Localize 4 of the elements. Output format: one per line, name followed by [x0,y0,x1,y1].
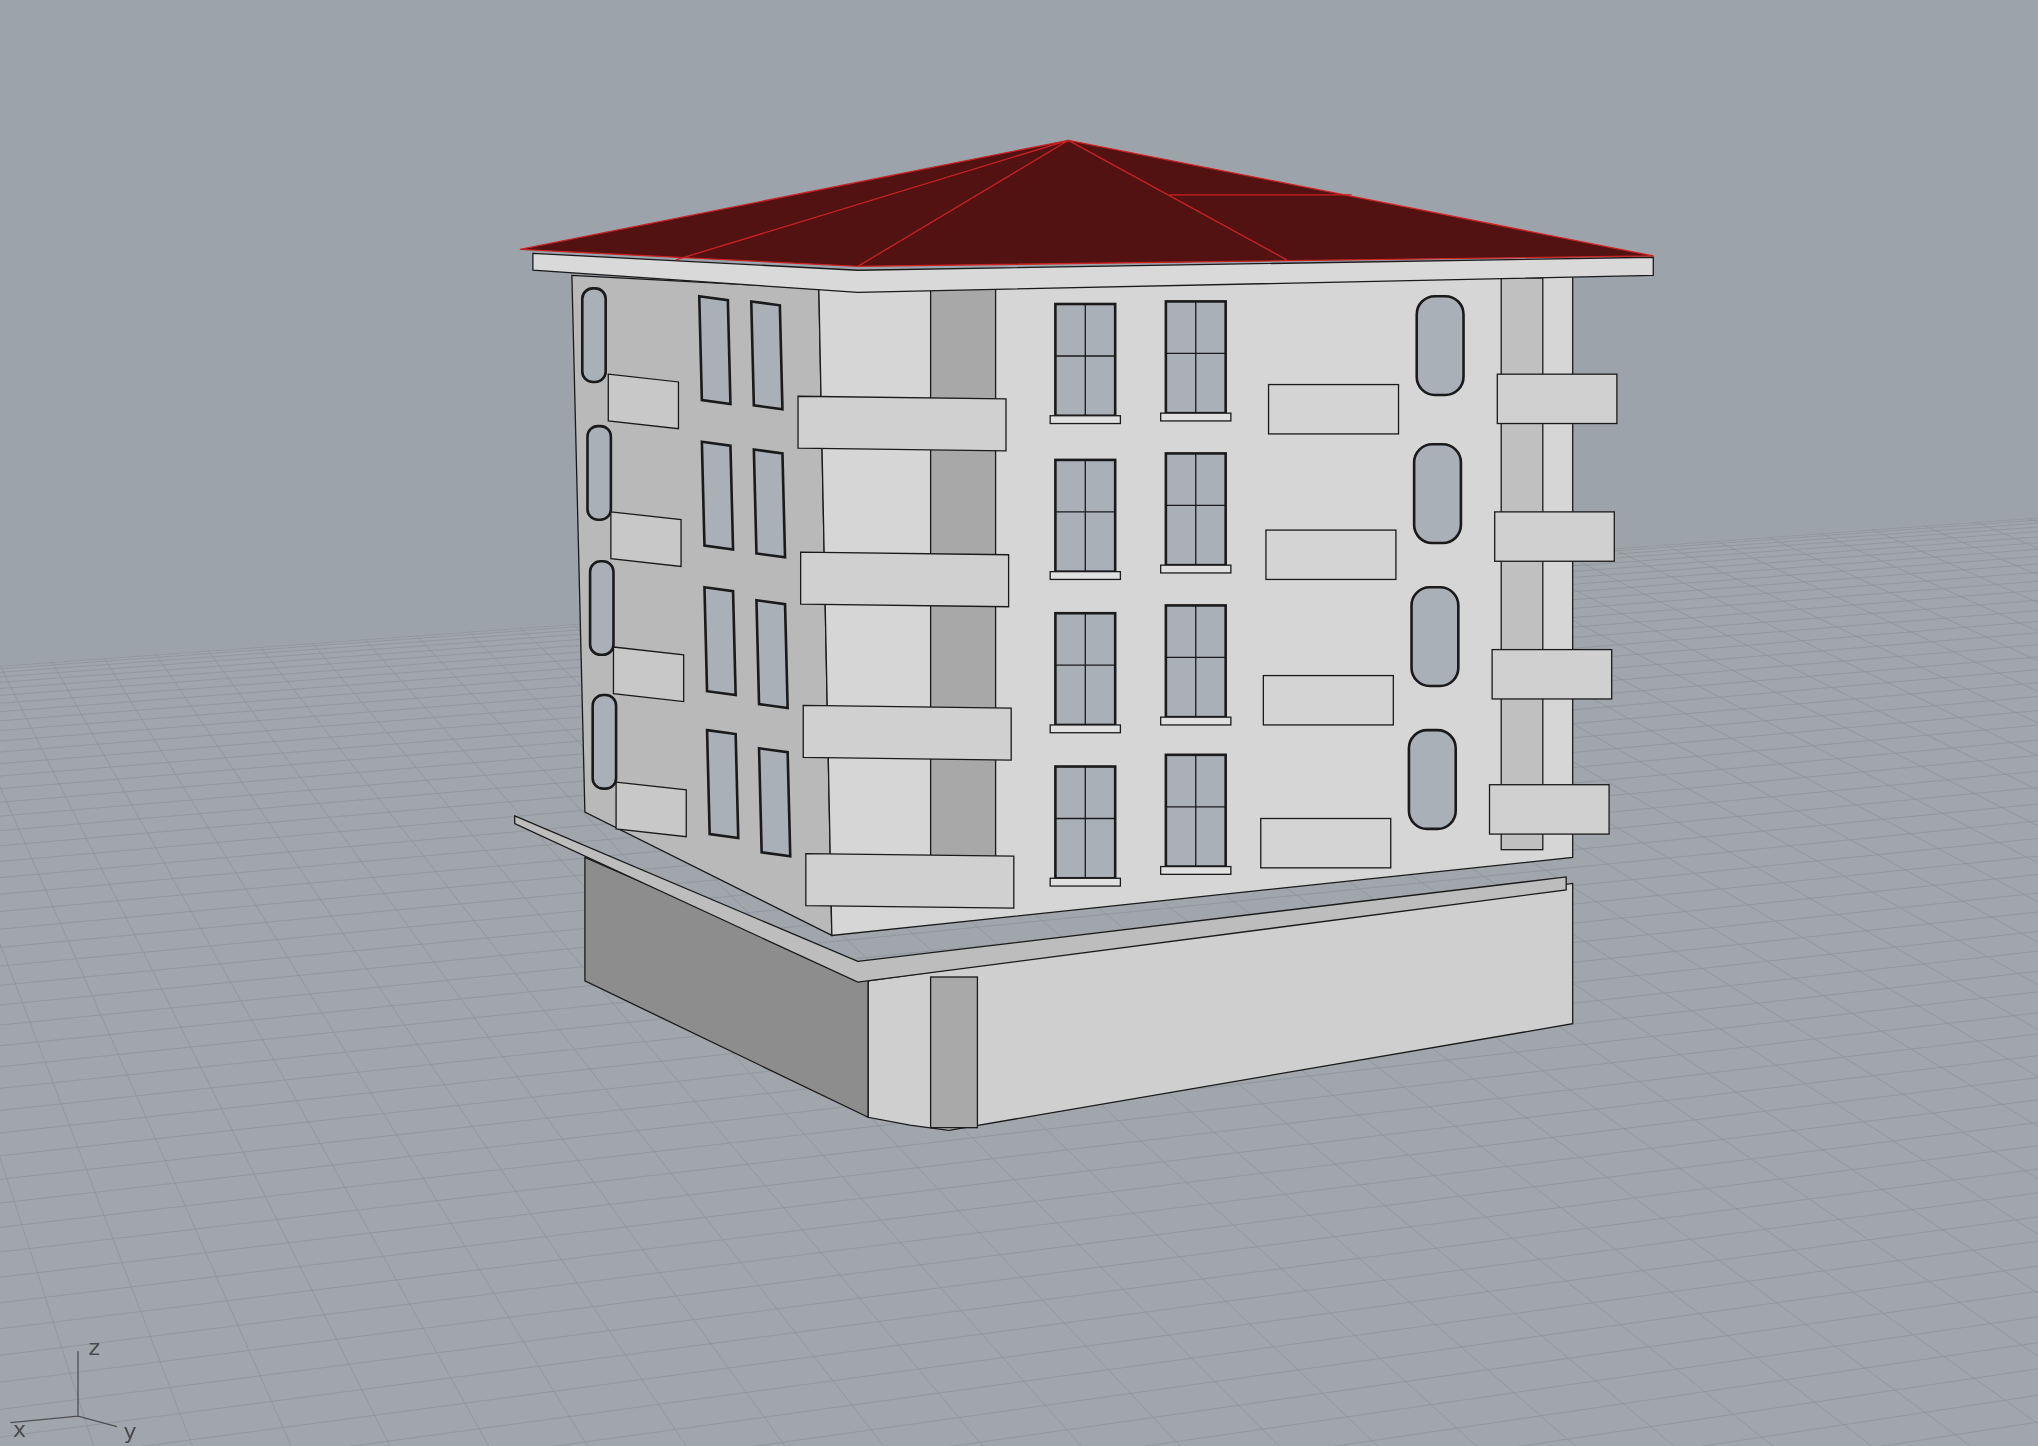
axis-label: z [88,1334,100,1361]
model-viewport[interactable]: z x y [0,0,2038,1446]
axis-label: x [13,1415,27,1442]
axis-label: y [123,1418,137,1445]
